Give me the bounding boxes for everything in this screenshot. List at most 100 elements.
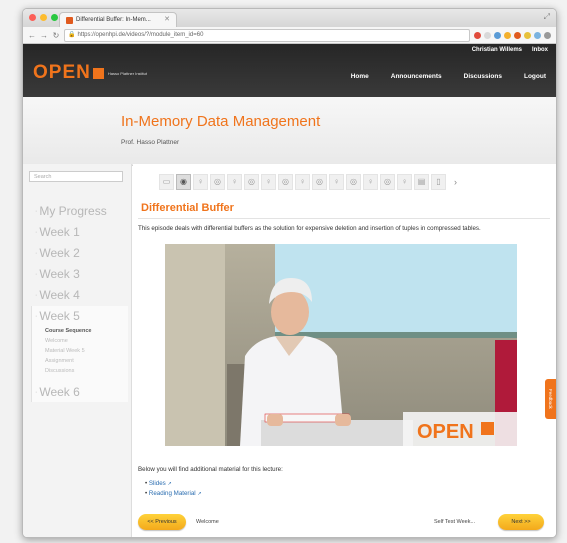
url-text: https://openhpi.de/videos/?/module_item_…	[77, 31, 204, 38]
chevron-right-icon[interactable]: ›	[454, 177, 457, 187]
logo-mark-icon	[92, 67, 104, 79]
quiz-item-icon[interactable]: ♀	[261, 173, 276, 190]
subitem-assignment[interactable]: Assignment	[45, 358, 74, 364]
lock-icon: 🔒	[68, 31, 76, 38]
previous-button[interactable]: << Previous	[138, 514, 186, 530]
divider	[138, 218, 550, 219]
slides-link[interactable]: Slides	[149, 480, 166, 487]
subitem-course-sequence[interactable]: Course Sequence	[45, 328, 91, 334]
nav-announcements[interactable]: Announcements	[391, 73, 442, 80]
sidebar-item-week-2[interactable]: · Week 2	[35, 246, 80, 260]
maximize-window-icon[interactable]	[51, 14, 58, 21]
sidebar-item-label: Week 4	[39, 288, 80, 302]
quiz-item-icon[interactable]: ♀	[227, 173, 242, 190]
subitem-welcome[interactable]: Welcome	[45, 338, 68, 344]
course-title: In-Memory Data Management	[121, 113, 321, 130]
material-link-item: Slides ↗	[145, 479, 202, 489]
logo-text: OPEN	[33, 62, 91, 83]
video-player[interactable]: OPEN	[165, 244, 517, 446]
sidebar-item-label: Week 5	[39, 309, 80, 323]
external-link-icon: ↗	[167, 481, 172, 487]
quiz-item-icon[interactable]: ♀	[193, 173, 208, 190]
sidebar-item-week-5[interactable]: · Week 5	[35, 309, 80, 323]
url-field[interactable]: 🔒 https://openhpi.de/videos/?/module_ite…	[64, 28, 470, 42]
subitem-material[interactable]: Material Week 5	[45, 348, 85, 354]
inbox-link[interactable]: Inbox	[532, 47, 548, 53]
lecture-video-frame: OPEN	[165, 244, 517, 446]
nav-logout[interactable]: Logout	[524, 73, 546, 80]
quiz-item-icon[interactable]: ♀	[397, 173, 412, 190]
window-controls	[29, 14, 58, 21]
next-button[interactable]: Next >>	[498, 514, 544, 530]
video-item-icon[interactable]: ◎	[210, 173, 225, 190]
reading-material-link[interactable]: Reading Material	[149, 490, 196, 497]
sidebar-item-label: Week 6	[39, 385, 80, 399]
site-header: Christian Willems Inbox OPEN Hasso Platt…	[23, 44, 556, 97]
extension-icon[interactable]	[504, 31, 511, 39]
star-icon[interactable]	[484, 31, 491, 39]
sidebar-item-week-4[interactable]: · Week 4	[35, 288, 80, 302]
main-content: ▭ ◉ ♀ ◎ ♀ ◎ ♀ ◎ ♀ ◎ ♀ ◎ ♀ ◎ ♀ ▤ ▯ › Diff…	[133, 164, 556, 537]
extension-icon[interactable]	[534, 31, 541, 39]
video-item-icon[interactable]: ◉	[176, 173, 191, 190]
menu-icon[interactable]	[544, 31, 551, 39]
search-input[interactable]: Search	[29, 171, 123, 182]
sidebar-item-label: Week 1	[39, 225, 80, 239]
quiz-item-icon[interactable]: ♀	[363, 173, 378, 190]
logo[interactable]: OPEN Hasso Plattner Institut	[33, 62, 147, 84]
sidebar-item-week-6[interactable]: · Week 6	[35, 385, 80, 399]
item-navigation-strip: ▭ ◉ ♀ ◎ ♀ ◎ ♀ ◎ ♀ ◎ ♀ ◎ ♀ ◎ ♀ ▤ ▯ ›	[159, 172, 457, 191]
course-professor: Prof. Hasso Plattner	[121, 139, 180, 146]
video-item-icon[interactable]: ◎	[346, 173, 361, 190]
item-pager: << Previous Welcome Self Test Week... Ne…	[138, 514, 550, 531]
external-link-icon: ↗	[197, 491, 202, 497]
sidebar-item-label: Week 3	[39, 267, 80, 281]
video-item-icon[interactable]: ◎	[244, 173, 259, 190]
minimize-window-icon[interactable]	[40, 14, 47, 21]
back-icon[interactable]: ←	[28, 31, 36, 40]
video-item-icon[interactable]: ◎	[278, 173, 293, 190]
nav-home[interactable]: Home	[351, 73, 369, 80]
material-link-item: Reading Material ↗	[145, 489, 202, 499]
tab-title: Differential Buffer: In-Mem...	[76, 17, 151, 23]
sidebar-item-week-3[interactable]: · Week 3	[35, 267, 80, 281]
forward-icon[interactable]: →	[40, 31, 48, 40]
sidebar-item-label: My Progress	[39, 204, 107, 218]
sidebar-item-label: Week 2	[39, 246, 80, 260]
browser-window: Differential Buffer: In-Mem... ✕ ⤢ ← → ↻…	[22, 8, 557, 538]
feedback-tab[interactable]: Feedback	[545, 379, 556, 419]
video-item-icon[interactable]: ▭	[159, 173, 174, 190]
video-item-icon[interactable]: ◎	[312, 173, 327, 190]
course-band: In-Memory Data Management Prof. Hasso Pl…	[23, 97, 556, 166]
extension-icon[interactable]	[524, 31, 531, 39]
text-item-icon[interactable]: ▤	[414, 173, 429, 190]
previous-item-label[interactable]: Welcome	[196, 514, 219, 530]
close-window-icon[interactable]	[29, 14, 36, 21]
extension-icon[interactable]	[494, 31, 501, 39]
extension-icon[interactable]	[474, 31, 481, 39]
logo-subtitle: Hasso Plattner Institut	[107, 70, 147, 76]
tab-close-icon[interactable]: ✕	[164, 13, 170, 27]
video-item-icon[interactable]: ◎	[380, 173, 395, 190]
sidebar: Search · My Progress · Week 1 · Week 2 · Wee…	[23, 164, 132, 537]
reload-icon[interactable]: ↻	[52, 31, 60, 40]
episode-title: Differential Buffer	[141, 202, 234, 214]
sidebar-item-week-1[interactable]: · Week 1	[35, 225, 80, 239]
favicon-icon	[66, 16, 73, 24]
material-links: Slides ↗ Reading Material ↗	[145, 479, 202, 499]
quiz-item-icon[interactable]: ♀	[329, 173, 344, 190]
address-bar: ← → ↻ 🔒 https://openhpi.de/videos/?/modu…	[23, 27, 556, 44]
main-nav: Home Announcements Discussions Logout	[351, 73, 546, 80]
fullscreen-icon[interactable]: ⤢	[544, 12, 550, 22]
user-name[interactable]: Christian Willems	[472, 47, 522, 53]
quiz-item-icon[interactable]: ♀	[295, 173, 310, 190]
text-item-icon[interactable]: ▯	[431, 173, 446, 190]
next-item-label[interactable]: Self Test Week...	[434, 514, 475, 530]
browser-tab[interactable]: Differential Buffer: In-Mem... ✕	[59, 12, 177, 27]
sidebar-item-my-progress[interactable]: · My Progress	[35, 204, 107, 218]
video-watermark: OPEN	[417, 421, 474, 443]
nav-discussions[interactable]: Discussions	[464, 73, 502, 80]
subitem-discussions[interactable]: Discussions	[45, 368, 74, 374]
tab-bar: Differential Buffer: In-Mem... ✕ ⤢	[23, 9, 556, 27]
extension-icon[interactable]	[514, 31, 521, 39]
